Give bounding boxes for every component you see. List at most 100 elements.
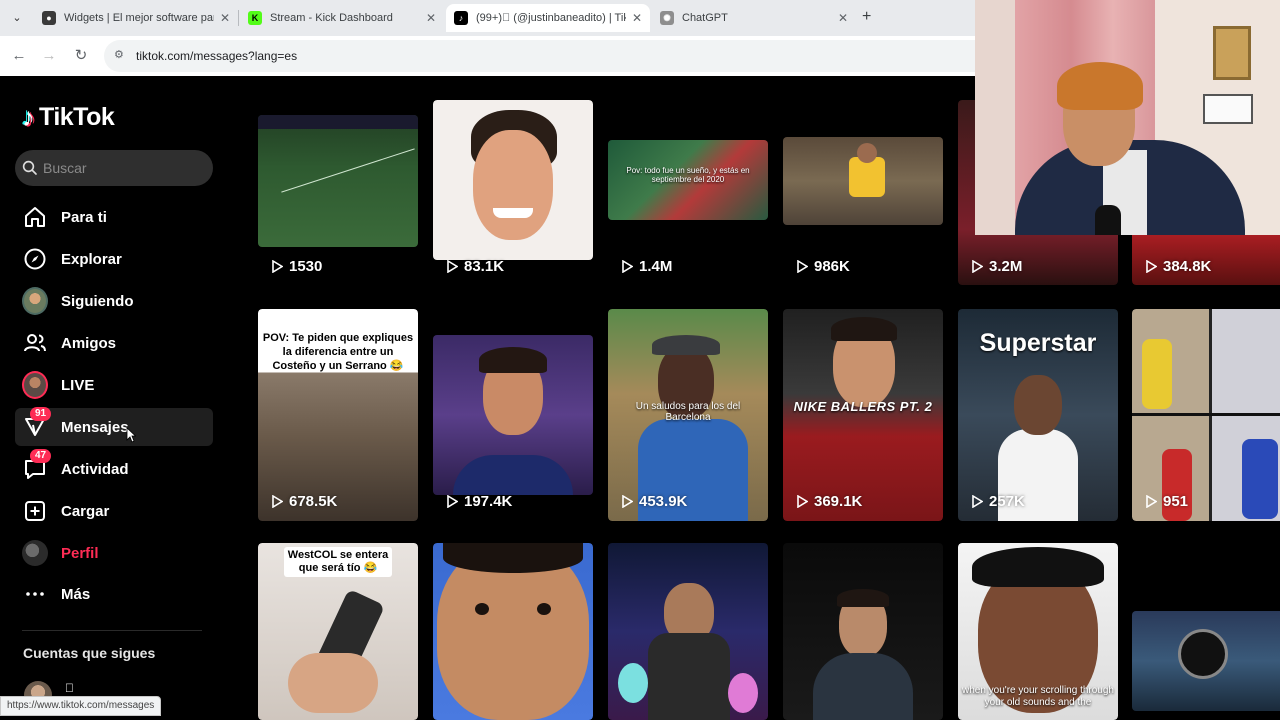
upload-icon (22, 498, 48, 524)
wall-portrait (1213, 26, 1251, 80)
nav-item-actividad[interactable]: 47 Actividad (15, 449, 213, 488)
play-icon (447, 495, 458, 508)
activity-icon: 47 (22, 449, 52, 482)
close-tab-icon[interactable]: ✕ (632, 11, 642, 25)
forward-arrow-icon[interactable]: → (38, 45, 60, 67)
search-input[interactable] (43, 160, 203, 176)
nav-label: Siguiendo (61, 292, 134, 310)
browser-tab-chatgpt[interactable]: ✺ ChatGPT ✕ (652, 4, 856, 32)
browser-tab-kick[interactable]: K Stream - Kick Dashboard ✕ (240, 4, 444, 32)
browser-tab-tiktok[interactable]: ♪ (99+)  (@justinbaneadito) | Tik ✕ (446, 4, 650, 32)
view-count: 678.5K (272, 493, 337, 510)
url-text[interactable]: tiktok.com/messages?lang=es (136, 49, 297, 63)
nav-item-amigos[interactable]: Amigos (15, 324, 213, 362)
nav-item-live[interactable]: LIVE (15, 366, 213, 404)
sidebar-divider (22, 630, 202, 631)
video-card[interactable]: 1530 (258, 100, 418, 285)
following-avatar-icon (22, 287, 48, 315)
video-thumbnail (433, 335, 593, 495)
video-thumbnail (783, 543, 943, 720)
site-settings-icon[interactable]: ⚙ (114, 48, 128, 62)
nav-label: Amigos (61, 334, 117, 352)
nav-label: Mensajes (61, 418, 129, 436)
view-count: 384.8K (1146, 258, 1211, 275)
video-card[interactable]: 83.1K (433, 100, 593, 285)
following-accounts-title: Cuentas que sigues (23, 645, 156, 661)
view-count: 986K (797, 258, 850, 275)
video-card[interactable]: 951 (1132, 309, 1280, 521)
video-card[interactable]: WestCOL se entera que será tío 😂 (258, 543, 418, 720)
video-card[interactable]: when you're your scrolling through your … (958, 543, 1118, 720)
video-thumbnail (783, 137, 943, 225)
nav-item-mensajes[interactable]: 91 Mensajes (15, 407, 213, 446)
nav-item-cargar[interactable]: Cargar (15, 492, 213, 530)
play-icon (272, 495, 283, 508)
view-count: 257K (972, 493, 1025, 510)
wall-whiteboard (1203, 94, 1253, 124)
video-card[interactable]: Superstar 257K (958, 309, 1118, 521)
followed-account-name[interactable]:   (65, 681, 74, 695)
video-thumbnail: Pov: todo fue un sueño, y estás en septi… (608, 140, 768, 220)
video-thumbnail (1132, 309, 1280, 521)
play-icon (447, 260, 458, 273)
search-bar[interactable] (15, 150, 213, 186)
video-caption: Pov: todo fue un sueño, y estás en septi… (626, 166, 750, 184)
video-thumbnail (433, 543, 593, 720)
nav-item-siguiendo[interactable]: Siguiendo (15, 282, 213, 320)
kick-favicon-icon: K (248, 11, 262, 25)
browser-tab-widgets[interactable]: ● Widgets | El mejor software par ✕ (34, 4, 238, 32)
video-card[interactable]: NIKE BALLERS PT. 2 369.1K (783, 309, 943, 521)
search-icon (22, 160, 37, 175)
video-thumbnail: WestCOL se entera que será tío 😂 (258, 543, 418, 720)
video-card[interactable] (608, 543, 768, 720)
new-tab-icon[interactable]: + (862, 8, 871, 26)
view-count: 453.9K (622, 493, 687, 510)
nav-label: Actividad (61, 460, 129, 478)
nav-label: Para ti (61, 208, 107, 226)
more-icon (22, 581, 48, 607)
nav-item-mas[interactable]: Más (15, 575, 213, 613)
tab-title: Stream - Kick Dashboard (270, 12, 393, 24)
video-caption: when you're your scrolling through your … (962, 685, 1114, 708)
close-tab-icon[interactable]: ✕ (220, 11, 230, 25)
friends-icon (22, 330, 48, 356)
live-avatar-icon (22, 371, 48, 399)
view-count: 369.1K (797, 493, 862, 510)
reload-icon[interactable]: ↻ (70, 45, 92, 67)
video-card[interactable]: POV: Te piden que expliques la diferenci… (258, 309, 418, 521)
view-count: 951 (1146, 493, 1188, 510)
widgets-favicon-icon: ● (42, 11, 56, 25)
close-tab-icon[interactable]: ✕ (838, 11, 848, 25)
nav-item-perfil[interactable]: Perfil (15, 534, 213, 572)
video-caption: POV: Te piden que expliques la diferenci… (262, 332, 414, 372)
tiktok-logo[interactable]: ♪ TikTok (22, 102, 115, 133)
status-bar-url: https://www.tiktok.com/messages (0, 696, 162, 716)
video-caption: WestCOL se entera que será tío 😂 (284, 547, 392, 577)
back-arrow-icon[interactable]: ← (8, 45, 30, 67)
video-card[interactable]: Pov: todo fue un sueño, y estás en septi… (608, 100, 768, 285)
address-bar[interactable]: ⚙ tiktok.com/messages?lang=es (104, 40, 975, 72)
video-card[interactable] (433, 543, 593, 720)
nav-item-explorar[interactable]: Explorar (15, 240, 213, 278)
close-tab-icon[interactable]: ✕ (426, 11, 436, 25)
tab-title: Widgets | El mejor software par (64, 12, 214, 24)
video-caption: Un saludos para los del Barcelona (635, 401, 741, 423)
tab-search-chevron-icon[interactable]: ⌄ (6, 7, 28, 29)
messages-icon: 91 (22, 407, 52, 440)
nav-label: LIVE (61, 376, 95, 394)
play-icon (1146, 495, 1157, 508)
tab-title: (99+)  (@justinbaneadito) | Tik (476, 12, 626, 24)
chatgpt-favicon-icon: ✺ (660, 11, 674, 25)
nav-item-para-ti[interactable]: Para ti (15, 198, 213, 236)
messages-badge: 91 (30, 407, 52, 421)
play-icon (622, 495, 633, 508)
video-card[interactable]: Un saludos para los del Barcelona 453.9K (608, 309, 768, 521)
play-icon (797, 260, 808, 273)
video-card[interactable]: 197.4K (433, 309, 593, 521)
nav-label: Más (61, 585, 91, 603)
video-thumbnail (608, 543, 768, 720)
video-card[interactable] (783, 543, 943, 720)
sidebar: ♪ TikTok Para ti Explorar Siguiendo Amig… (0, 76, 230, 720)
video-card[interactable] (1132, 543, 1280, 720)
video-card[interactable]: 986K (783, 100, 943, 285)
